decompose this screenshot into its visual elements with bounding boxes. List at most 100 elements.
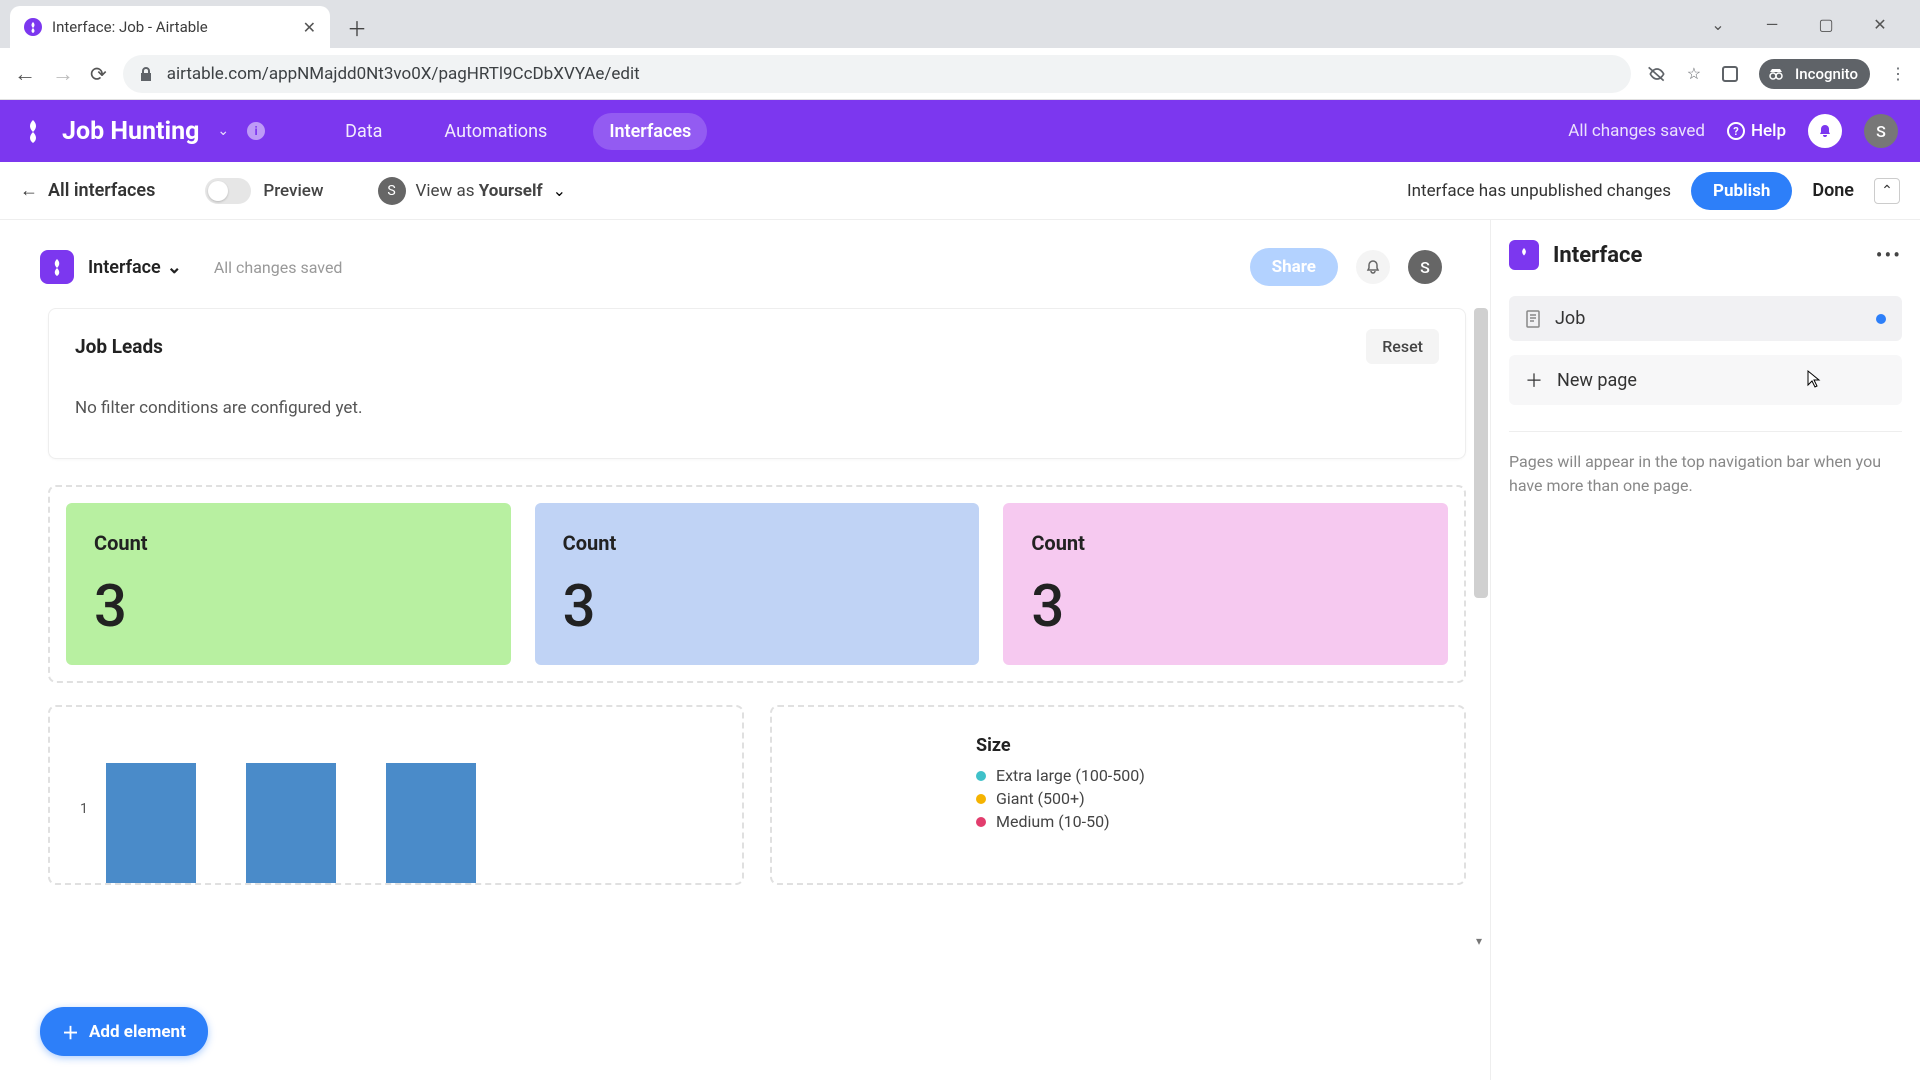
view-as-label: View as Yourself [416, 181, 543, 201]
close-tab-icon[interactable]: ✕ [303, 18, 316, 37]
maximize-icon[interactable]: ▢ [1816, 15, 1836, 34]
editor-toolbar: ← All interfaces Preview S View as Yours… [0, 162, 1920, 220]
count-value: 3 [1031, 573, 1420, 641]
filter-empty-text: No filter conditions are configured yet. [75, 398, 1439, 418]
canvas-notifications[interactable] [1356, 250, 1390, 284]
scroll-down-icon[interactable]: ▾ [1476, 934, 1482, 948]
workspace-title[interactable]: Job Hunting [62, 117, 199, 146]
count-card[interactable]: Count 3 [535, 503, 980, 665]
bar [106, 763, 196, 883]
more-options-icon[interactable]: ••• [1876, 243, 1902, 267]
forward-icon[interactable]: → [52, 61, 74, 87]
nav-automations[interactable]: Automations [428, 113, 563, 150]
eye-off-icon[interactable] [1647, 64, 1667, 84]
help-icon: ? [1727, 122, 1745, 140]
legend-item: Giant (500+) [976, 789, 1145, 808]
chevron-down-icon: ⌄ [167, 257, 182, 278]
help-button[interactable]: ? Help [1727, 121, 1786, 141]
info-icon[interactable]: i [247, 122, 265, 140]
help-label: Help [1751, 121, 1786, 141]
scrollbar[interactable]: ▾ [1474, 308, 1488, 948]
url-text: airtable.com/appNMajdd0Nt3vo0X/pagHRTl9C… [167, 64, 640, 84]
add-element-button[interactable]: ＋ Add element [40, 1007, 208, 1056]
legend-label: Extra large (100-500) [996, 766, 1145, 785]
arrow-left-icon: ← [20, 180, 38, 201]
legend-dot-icon [976, 771, 986, 781]
filter-title: Job Leads [75, 335, 163, 358]
toggle-thumb [208, 181, 228, 201]
canvas-scroll-area: Job Leads Reset No filter conditions are… [16, 308, 1490, 948]
canvas-saved-status: All changes saved [214, 258, 343, 277]
done-button[interactable]: Done [1812, 180, 1854, 201]
interface-dropdown[interactable]: Interface ⌄ [88, 257, 182, 278]
nav-interfaces[interactable]: Interfaces [593, 113, 707, 150]
address-bar: ← → ⟳ airtable.com/appNMajdd0Nt3vo0X/pag… [0, 48, 1920, 100]
star-icon[interactable]: ☆ [1687, 64, 1701, 83]
incognito-icon [1765, 63, 1787, 85]
share-button[interactable]: Share [1250, 248, 1338, 286]
reload-icon[interactable]: ⟳ [90, 62, 107, 86]
count-cards-row[interactable]: Count 3 Count 3 Count 3 [48, 485, 1466, 683]
airtable-favicon [24, 18, 42, 36]
browser-tab[interactable]: Interface: Job - Airtable ✕ [10, 6, 330, 48]
extensions-icon[interactable] [1721, 65, 1739, 83]
bell-icon [1817, 123, 1833, 139]
interface-icon[interactable] [40, 250, 74, 284]
back-to-interfaces[interactable]: ← All interfaces [20, 180, 155, 201]
page-icon [1525, 310, 1541, 328]
page-name: Job [1555, 308, 1585, 329]
add-element-label: Add element [89, 1022, 186, 1042]
plus-icon: ＋ [62, 1019, 79, 1044]
minimize-icon[interactable]: ― [1762, 15, 1782, 34]
new-page-button[interactable]: ＋ New page [1509, 355, 1902, 405]
unsaved-indicator-icon [1876, 314, 1886, 324]
incognito-indicator[interactable]: Incognito [1759, 59, 1870, 89]
lock-icon [139, 66, 153, 82]
tab-title: Interface: Job - Airtable [52, 18, 208, 36]
collapse-button[interactable]: ⌃ [1874, 178, 1900, 204]
url-input[interactable]: airtable.com/appNMajdd0Nt3vo0X/pagHRTl9C… [123, 55, 1631, 93]
y-axis-tick: 1 [80, 801, 88, 817]
back-label: All interfaces [48, 180, 155, 201]
notifications-button[interactable] [1808, 114, 1842, 148]
pages-panel: Interface ••• Job ＋ New page Pages will … [1490, 220, 1920, 1080]
user-avatar[interactable]: S [1864, 114, 1898, 148]
interface-icon [1509, 240, 1539, 270]
filter-element[interactable]: Job Leads Reset No filter conditions are… [48, 308, 1466, 459]
legend-label: Medium (10-50) [996, 812, 1110, 831]
count-card[interactable]: Count 3 [1003, 503, 1448, 665]
panel-title: Interface [1553, 243, 1642, 268]
canvas-avatar[interactable]: S [1408, 250, 1442, 284]
new-page-label: New page [1557, 370, 1637, 391]
plus-icon: ＋ [1525, 367, 1543, 393]
bar [386, 763, 476, 883]
svg-text:?: ? [1733, 125, 1739, 138]
scroll-thumb[interactable] [1474, 308, 1488, 598]
app-nav: Data Automations Interfaces [329, 113, 707, 150]
bars [106, 763, 722, 883]
close-window-icon[interactable]: ✕ [1870, 15, 1890, 34]
preview-toggle[interactable]: Preview [205, 178, 323, 204]
view-as-selector[interactable]: S View as Yourself ⌄ [378, 177, 566, 205]
canvas-header: Interface ⌄ All changes saved Share S [16, 240, 1490, 286]
publish-button[interactable]: Publish [1691, 172, 1792, 210]
bar-chart-element[interactable]: 1 [48, 705, 744, 885]
count-card[interactable]: Count 3 [66, 503, 511, 665]
chevron-down-icon[interactable]: ⌄ [1708, 15, 1728, 34]
bar [246, 763, 336, 883]
count-value: 3 [563, 573, 952, 641]
kebab-menu-icon[interactable]: ⋮ [1890, 64, 1906, 83]
airtable-logo-icon[interactable] [22, 118, 44, 144]
nav-data[interactable]: Data [329, 113, 398, 150]
pie-chart-element[interactable]: Size Extra large (100-500) Giant (500+) [770, 705, 1466, 885]
chevron-down-icon[interactable]: ⌄ [217, 123, 229, 139]
view-as-avatar: S [378, 177, 406, 205]
reset-button[interactable]: Reset [1366, 329, 1439, 364]
page-item-job[interactable]: Job [1509, 296, 1902, 341]
new-tab-button[interactable]: ＋ [342, 12, 372, 42]
back-icon[interactable]: ← [14, 61, 36, 87]
view-as-name: Yourself [479, 181, 543, 201]
pages-hint: Pages will appear in the top navigation … [1509, 431, 1902, 498]
preview-label: Preview [263, 181, 323, 201]
app-header: Job Hunting ⌄ i Data Automations Interfa… [0, 100, 1920, 162]
